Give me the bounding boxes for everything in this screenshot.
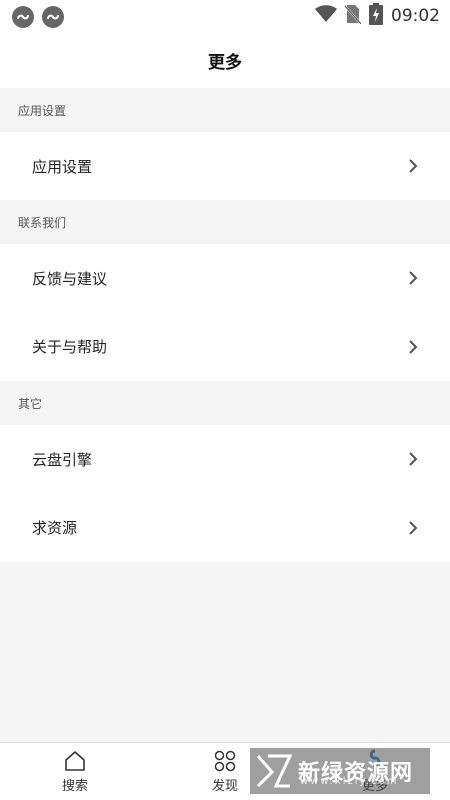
menu-item-feedback[interactable]: 反馈与建议 (0, 244, 450, 312)
chevron-right-icon (409, 520, 418, 535)
empty-area (0, 562, 450, 742)
page-header: 更多 (0, 32, 450, 88)
chevron-right-icon (409, 452, 418, 466)
menu-item-app-settings[interactable]: 应用设置 (0, 132, 450, 200)
home-icon (65, 751, 85, 771)
watermark-logo-icon (256, 754, 292, 788)
app-notification-icon (42, 6, 64, 28)
grid-icon (214, 750, 236, 772)
battery-charging-icon (369, 3, 383, 29)
menu-item-cloud-engine[interactable]: 云盘引擎 (0, 425, 450, 493)
nav-item-label: 发现 (211, 779, 238, 794)
no-sim-icon (344, 4, 362, 28)
menu-item-label: 反馈与建议 (32, 269, 108, 288)
page-title: 更多 (208, 52, 242, 73)
chevron-right-icon (409, 271, 418, 285)
chevron-right-icon (409, 339, 418, 354)
wifi-icon (315, 5, 337, 27)
watermark: 新绿资源网 (250, 748, 430, 794)
nav-item-discover[interactable]: 发现 (195, 749, 255, 799)
menu-item-about-help[interactable]: 关于与帮助 (0, 312, 450, 381)
section-header-contact-us: 联系我们 (0, 200, 450, 244)
status-time: 09:02 (391, 6, 440, 26)
menu-item-label: 求资源 (32, 519, 78, 537)
chevron-right-icon (409, 159, 418, 173)
menu-item-label: 云盘引擎 (32, 450, 93, 469)
menu-item-request-resource[interactable]: 求资源 (0, 493, 450, 562)
watermark-sub: www.xlziy.com (300, 776, 399, 787)
app-notification-icon (12, 6, 34, 28)
menu-item-label: 应用设置 (32, 157, 93, 176)
section-header-other: 其它 (0, 381, 450, 425)
nav-item-label: 搜索 (61, 779, 88, 794)
nav-item-search[interactable]: 搜索 (45, 749, 105, 799)
menu-item-label: 关于与帮助 (32, 338, 108, 356)
status-bar: 09:02 (0, 0, 450, 32)
section-header-app-settings: 应用设置 (0, 88, 450, 132)
